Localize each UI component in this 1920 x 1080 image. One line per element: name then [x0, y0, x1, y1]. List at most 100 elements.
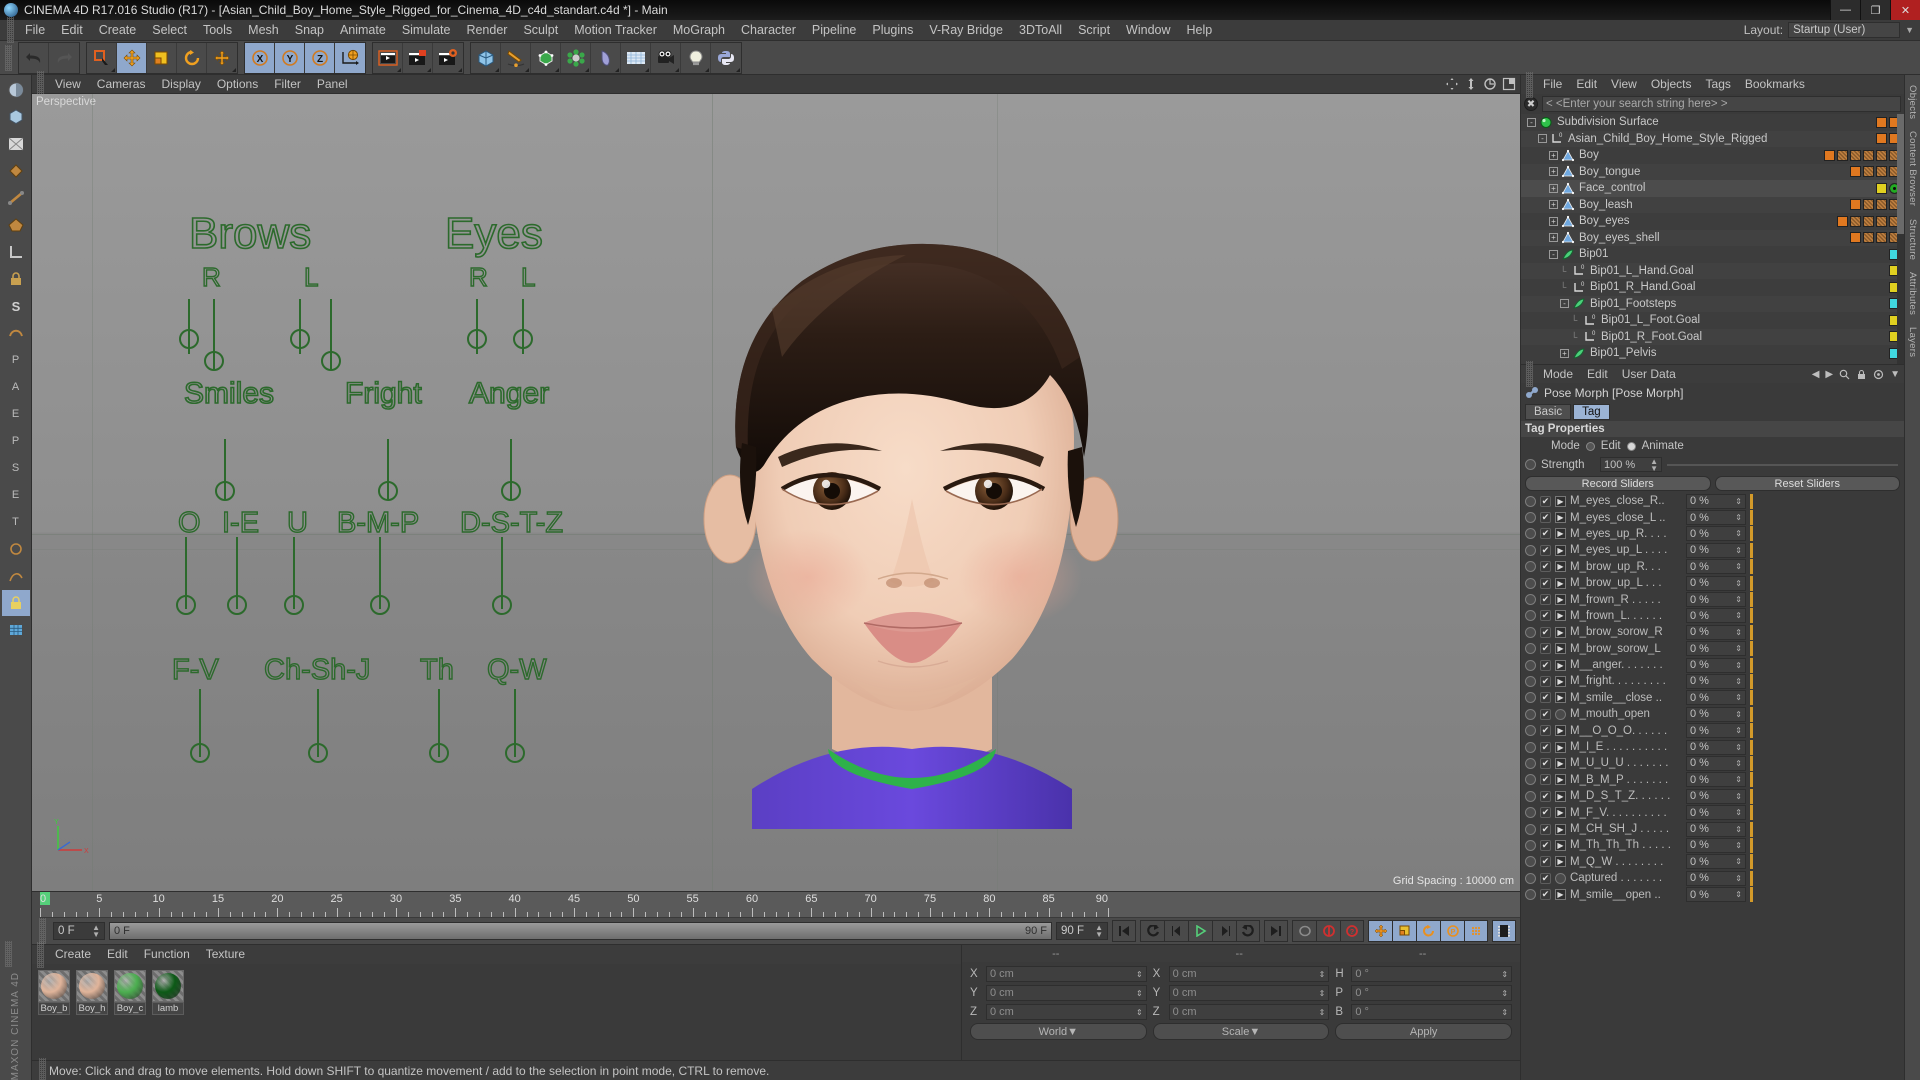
morph-slider-handle[interactable] [1750, 673, 1753, 689]
workplane-icon[interactable] [1, 320, 30, 346]
morph-value-field[interactable]: 0 % ⇕ [1686, 526, 1746, 542]
face-control-slider-15[interactable] [306, 689, 330, 781]
morph-enable-checkbox[interactable]: ✔ [1540, 774, 1551, 786]
object-tag-orange[interactable] [1876, 133, 1887, 145]
object-search-input[interactable]: < <Enter your search string here> > [1542, 96, 1901, 112]
strength-animate-circle[interactable] [1525, 459, 1536, 470]
face-control-slider-17[interactable] [503, 689, 527, 781]
tab-structure[interactable]: Structure [1907, 213, 1918, 266]
morph-value-field[interactable]: 0 % ⇕ [1686, 870, 1746, 886]
morph-value-field[interactable]: 0 % ⇕ [1686, 673, 1746, 689]
morph-slider-handle[interactable] [1750, 641, 1753, 657]
lock-axis-icon[interactable] [1, 266, 30, 292]
face-control-slider-9[interactable] [174, 537, 198, 633]
rotate-tool-button[interactable] [177, 42, 207, 73]
object-tag-tex[interactable] [1850, 215, 1861, 227]
render-region-button[interactable] [403, 42, 433, 73]
morph-row[interactable]: ✔ ▶ M_fright. . . . . . . . . 0 % ⇕ [1521, 673, 1904, 689]
undo-button[interactable] [19, 42, 49, 73]
morph-slider-handle[interactable] [1750, 657, 1753, 673]
slider-knob[interactable] [378, 481, 398, 501]
rotation-field-b[interactable]: 0 ° ⇕ [1351, 1004, 1513, 1020]
morph-slider-handle[interactable] [1750, 559, 1753, 575]
tree-expander-expand[interactable]: + [1549, 233, 1558, 243]
menu-item-script[interactable]: Script [1070, 20, 1118, 41]
morph-row[interactable]: ✔ M_mouth_open 0 % ⇕ [1521, 706, 1904, 722]
morph-animate-circle[interactable] [1525, 872, 1536, 884]
morph-row[interactable]: ✔ ▶ M_eyes_up_L . . . . 0 % ⇕ [1521, 542, 1904, 558]
morph-enable-checkbox[interactable]: ✔ [1540, 626, 1551, 638]
spinner-icon[interactable]: ⇕ [1735, 514, 1742, 522]
forward-arrow-icon[interactable]: ▶ [1825, 369, 1833, 380]
morph-slider-track[interactable] [1757, 887, 1904, 902]
spinner-icon[interactable]: ⇕ [1735, 710, 1742, 718]
morph-animate-circle[interactable] [1525, 774, 1536, 786]
material-item[interactable]: Boy_c [114, 970, 146, 1015]
morph-animate-circle[interactable] [1525, 692, 1536, 704]
spinner-icon[interactable]: ⇕ [1735, 891, 1742, 899]
preview-range-bar[interactable]: 0 F 90 F [109, 922, 1052, 940]
morph-row[interactable]: ✔ ▶ M_frown_L. . . . . . 0 % ⇕ [1521, 608, 1904, 624]
record-active-objects-button[interactable] [1292, 920, 1316, 942]
go-to-start-button[interactable] [1112, 920, 1136, 942]
morph-row[interactable]: ✔ ▶ M_brow_sorow_L 0 % ⇕ [1521, 641, 1904, 657]
spinner-icon[interactable]: ⇕ [1735, 727, 1742, 735]
scale-tool-button[interactable] [147, 42, 177, 73]
status-grip[interactable] [39, 1057, 46, 1080]
position-field-y[interactable]: 0 cm ⇕ [986, 985, 1147, 1001]
pin-icon[interactable] [1873, 369, 1884, 380]
morph-slider-track[interactable] [1757, 576, 1904, 591]
morph-enable-checkbox[interactable]: ✔ [1540, 856, 1551, 868]
spinner-icon[interactable]: ⇕ [1735, 809, 1742, 817]
menu-item-edit[interactable]: Edit [53, 20, 91, 41]
morph-animate-circle[interactable] [1525, 708, 1536, 720]
morph-enable-checkbox[interactable]: ✔ [1540, 528, 1551, 540]
rotation-field-p[interactable]: 0 ° ⇕ [1351, 985, 1513, 1001]
morph-enable-checkbox[interactable]: ✔ [1540, 643, 1551, 655]
spinner-icon[interactable]: ⇕ [1735, 661, 1742, 669]
spinner-icon[interactable]: ⇕ [1735, 497, 1742, 505]
object-row[interactable]: + Boy_eyes_shell [1521, 229, 1904, 246]
spinner-icon[interactable]: ⇕ [1136, 1008, 1143, 1016]
material-swatch-list[interactable]: Boy_b Boy_h Boy_c lamb [32, 964, 961, 1060]
view-p2-icon[interactable]: P [1, 428, 30, 454]
slider-knob[interactable] [176, 595, 196, 615]
morph-value-field[interactable]: 0 % ⇕ [1686, 739, 1746, 755]
spinner-icon[interactable]: ⇕ [1735, 579, 1742, 587]
menu-item-pipeline[interactable]: Pipeline [804, 20, 864, 41]
spinner-icon[interactable]: ⇕ [1735, 563, 1742, 571]
morph-animate-circle[interactable] [1525, 528, 1536, 540]
live-selection-button[interactable] [87, 42, 117, 73]
back-arrow-icon[interactable]: ◀ [1812, 369, 1820, 380]
filmstrip-button[interactable] [1492, 920, 1516, 942]
viewport-menu-display[interactable]: Display [153, 75, 208, 94]
morph-slider-track[interactable] [1757, 805, 1904, 820]
light-button[interactable] [681, 42, 711, 73]
menu-item-file[interactable]: File [17, 20, 53, 41]
lock-icon[interactable] [1856, 369, 1867, 380]
morph-value-field[interactable]: 0 % ⇕ [1686, 575, 1746, 591]
morph-row[interactable]: ✔ ▶ M_I_E . . . . . . . . . . 0 % ⇕ [1521, 739, 1904, 755]
morph-row[interactable]: ✔ ▶ M_brow_sorow_R 0 % ⇕ [1521, 624, 1904, 640]
axis-x-button[interactable]: X [245, 42, 275, 73]
grid-icon[interactable] [1, 617, 30, 643]
morph-slider-track[interactable] [1757, 510, 1904, 525]
face-control-slider-16[interactable] [427, 689, 451, 781]
viewport-nav-icons[interactable] [1445, 77, 1516, 91]
next-keyframe-button[interactable] [1236, 920, 1260, 942]
morph-animate-circle[interactable] [1525, 610, 1536, 622]
face-control-slider-10[interactable] [225, 537, 249, 633]
menu-item-animate[interactable]: Animate [332, 20, 394, 41]
world-coordinate-button[interactable] [335, 42, 365, 73]
morph-value-field[interactable]: 0 % ⇕ [1686, 641, 1746, 657]
morph-value-field[interactable]: 0 % ⇕ [1686, 624, 1746, 640]
slider-knob[interactable] [204, 351, 224, 371]
chevron-down-icon[interactable]: ▼ [1067, 1026, 1078, 1038]
morph-animate-circle[interactable] [1525, 839, 1536, 851]
face-control-slider-2[interactable] [288, 299, 312, 378]
slider-knob[interactable] [467, 329, 487, 349]
morph-row[interactable]: ✔ ▶ M_Q_W . . . . . . . . 0 % ⇕ [1521, 854, 1904, 870]
material-menu-function[interactable]: Function [136, 945, 198, 964]
spinner-icon[interactable]: ⇕ [1735, 628, 1742, 636]
spinner-icon[interactable]: ▲ ▼ [92, 924, 100, 939]
